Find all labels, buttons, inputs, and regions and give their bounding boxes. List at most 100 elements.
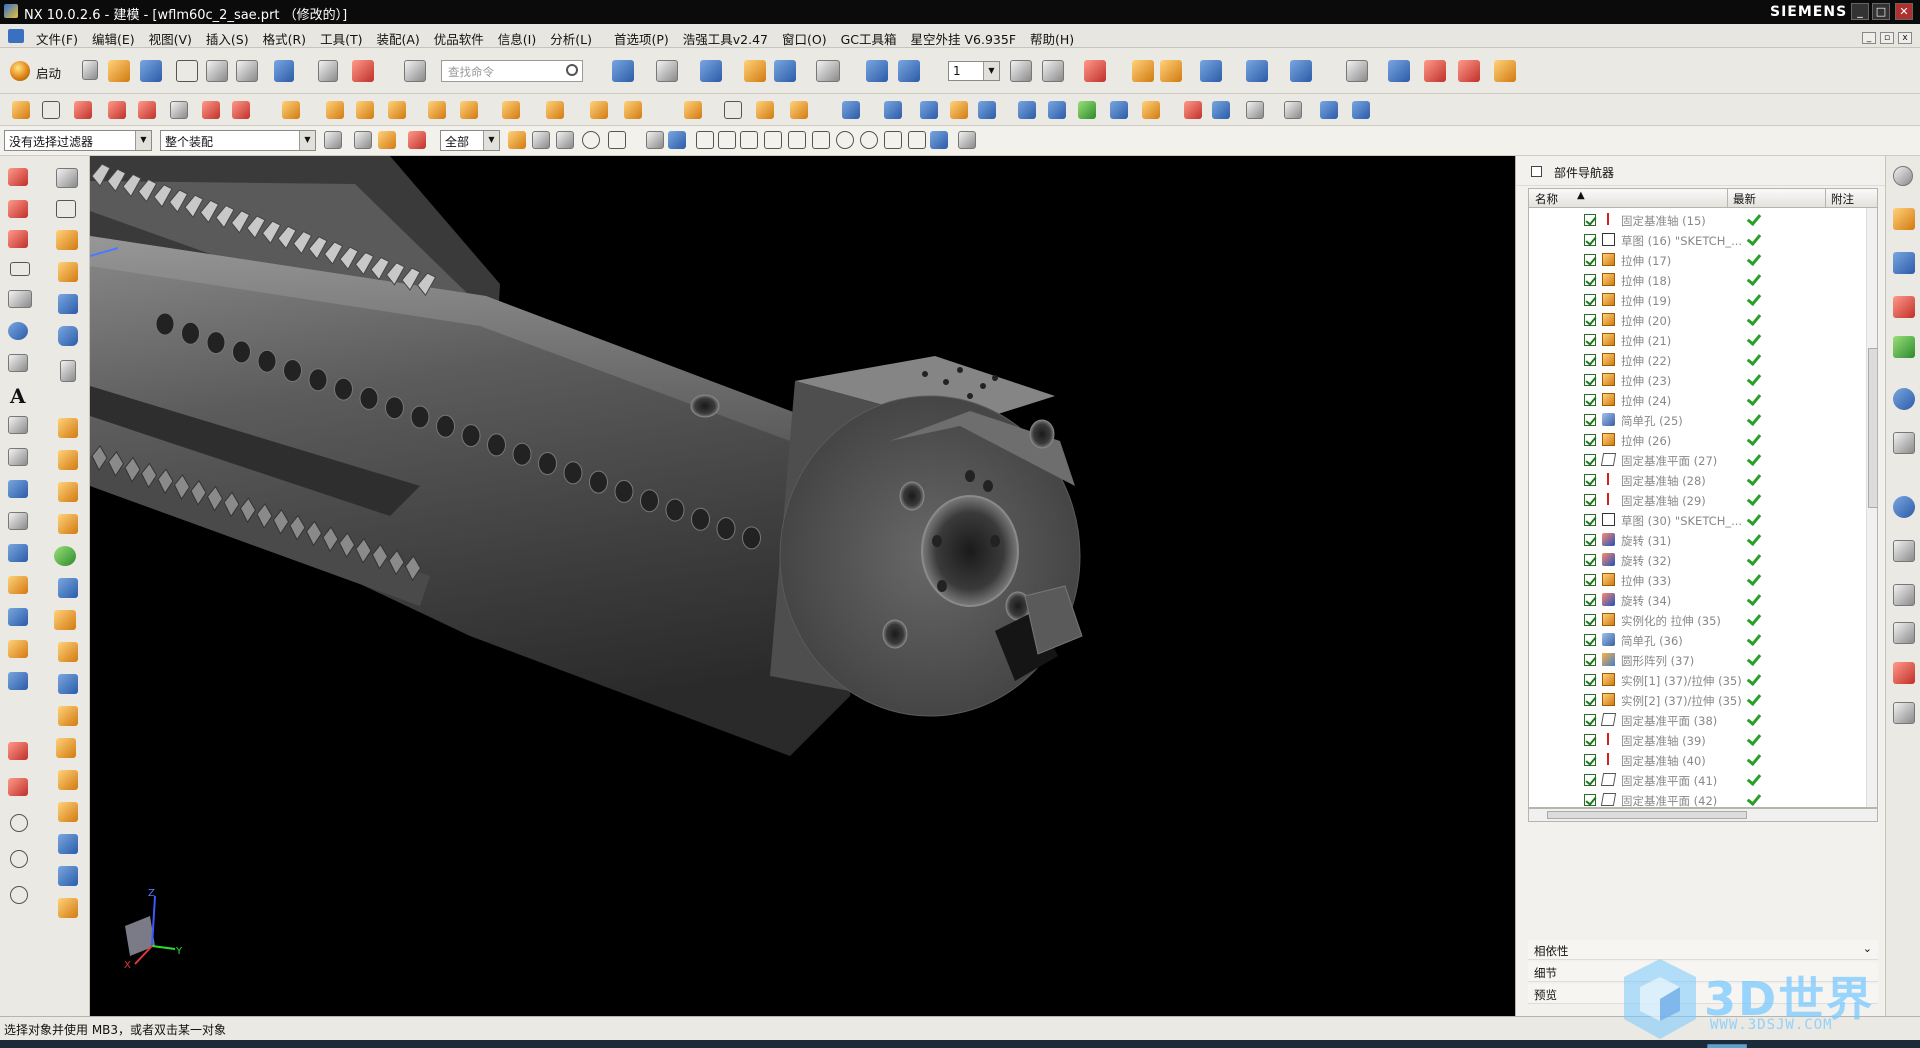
assembly-icon[interactable] (1346, 60, 1368, 82)
feature-row[interactable]: 固定基准轴 (29) (1529, 490, 1864, 510)
surface-16-icon[interactable] (1352, 101, 1370, 119)
layer-manager-icon[interactable] (1010, 60, 1032, 82)
hint-icon[interactable] (790, 101, 808, 119)
surface-9-icon[interactable] (1110, 101, 1128, 119)
snap-point-icon[interactable] (724, 101, 742, 119)
intersection-curve-icon[interactable] (8, 480, 28, 498)
wcs-icon[interactable] (866, 60, 888, 82)
feature-row[interactable]: 固定基准平面 (38) (1529, 710, 1864, 730)
mirror-feature-icon[interactable] (58, 706, 78, 726)
feature-row[interactable]: 固定基准平面 (41) (1529, 770, 1864, 790)
feature-1-icon[interactable] (282, 101, 300, 119)
feature-visibility-checkbox[interactable] (1584, 794, 1596, 806)
surface-15-icon[interactable] (1320, 101, 1338, 119)
background-icon[interactable] (816, 60, 840, 82)
feature-row[interactable]: 固定基准轴 (39) (1529, 730, 1864, 750)
surface-1-icon[interactable] (842, 101, 860, 119)
feature-row[interactable]: 旋转 (31) (1529, 530, 1864, 550)
paste-icon[interactable] (236, 60, 258, 82)
boolean-intersect-icon[interactable] (58, 482, 78, 502)
feature-visibility-checkbox[interactable] (1584, 574, 1596, 586)
tools-icon[interactable] (1132, 60, 1154, 82)
feature-row[interactable]: 拉伸 (19) (1529, 290, 1864, 310)
curve-tool-1-icon[interactable] (12, 101, 30, 119)
sort-ascending-icon[interactable]: ▲ (1577, 190, 1585, 201)
assembly-navigator-icon[interactable] (1388, 60, 1410, 82)
close-button[interactable]: ✕ (1895, 3, 1913, 20)
expression-icon[interactable] (1160, 60, 1182, 82)
offset-face-icon[interactable] (58, 770, 78, 790)
sketch-line-icon[interactable] (8, 742, 28, 760)
chamfer-icon[interactable] (58, 578, 78, 598)
feature-row[interactable]: 拉伸 (23) (1529, 370, 1864, 390)
text-icon[interactable]: A (10, 384, 30, 408)
pattern-feature-icon[interactable] (58, 674, 78, 694)
feature-visibility-checkbox[interactable] (1584, 514, 1596, 526)
feature-row[interactable]: 固定基准平面 (42) (1529, 790, 1864, 807)
feature-visibility-checkbox[interactable] (1584, 414, 1596, 426)
feature-row[interactable]: 拉伸 (18) (1529, 270, 1864, 290)
sketch-circle-3-icon[interactable] (10, 886, 28, 904)
delete-face-icon[interactable] (58, 866, 78, 886)
trim-curve-icon[interactable] (202, 101, 220, 119)
assembly-navigator-tab-icon[interactable] (1893, 208, 1915, 230)
graphics-viewport[interactable]: Z Y X (90, 156, 1515, 1016)
feature-visibility-checkbox[interactable] (1584, 494, 1596, 506)
fit-view-icon[interactable] (612, 60, 634, 82)
section-curve-icon[interactable] (8, 512, 28, 530)
feature-6-icon[interactable] (460, 101, 478, 119)
surface-6-icon[interactable] (1018, 101, 1036, 119)
move-component-icon[interactable] (898, 60, 920, 82)
menu-assembly[interactable]: 装配(A) (370, 29, 425, 48)
arc-icon[interactable] (8, 230, 28, 248)
feature-visibility-checkbox[interactable] (1584, 254, 1596, 266)
feature-row[interactable]: 草图 (30) "SKETCH_... (1529, 510, 1864, 530)
feature-visibility-checkbox[interactable] (1584, 454, 1596, 466)
surface-7-icon[interactable] (1048, 101, 1066, 119)
deselect-icon[interactable] (532, 131, 550, 149)
surface-4-icon[interactable] (950, 101, 968, 119)
select-all-icon[interactable] (508, 131, 526, 149)
draft-icon[interactable] (58, 642, 78, 662)
surface-13-icon[interactable] (1246, 101, 1264, 119)
feature-visibility-checkbox[interactable] (1584, 434, 1596, 446)
feature-5-icon[interactable] (428, 101, 446, 119)
fillet-curve-icon[interactable] (138, 101, 156, 119)
point-xyz-icon[interactable] (8, 290, 32, 308)
vertical-scroll-thumb[interactable] (1868, 348, 1877, 508)
horizontal-scroll-thumb[interactable] (1547, 811, 1747, 819)
settings-gear-icon[interactable] (1893, 166, 1913, 186)
feature-row[interactable]: 圆形阵列 (37) (1529, 650, 1864, 670)
part-navigator-tab-icon[interactable] (1893, 296, 1915, 318)
mdi-minimize-button[interactable]: _ (1862, 32, 1876, 44)
feature-visibility-checkbox[interactable] (1584, 674, 1596, 686)
divide-curve-icon[interactable] (8, 608, 28, 626)
boolean-unite-icon[interactable] (58, 418, 78, 438)
manufacturing-wizard-tab-icon[interactable] (1893, 622, 1915, 644)
shaded-with-edges-icon[interactable] (700, 60, 722, 82)
hd3d-tools-tab-icon[interactable] (1893, 388, 1915, 410)
sketch-icon[interactable] (56, 200, 76, 218)
move-to-layer-icon[interactable] (1042, 60, 1064, 82)
feature-visibility-checkbox[interactable] (1584, 534, 1596, 546)
history-tab-icon[interactable] (1893, 496, 1915, 518)
feature-row[interactable]: 实例化的 拉伸 (35) (1529, 610, 1864, 630)
column-latest[interactable]: 最新 (1733, 191, 1756, 207)
menu-youpin[interactable]: 优品软件 (428, 29, 490, 48)
system-materials-tab-icon[interactable] (1893, 540, 1915, 562)
surface-12-icon[interactable] (1212, 101, 1230, 119)
selection-scope-select[interactable]: 整个装配 ▼ (160, 130, 316, 151)
snap-midpoint-icon[interactable] (718, 131, 736, 149)
feature-visibility-checkbox[interactable] (1584, 234, 1596, 246)
warning-icon[interactable] (756, 101, 774, 119)
snap-on-curve-icon[interactable] (908, 131, 926, 149)
feature-row[interactable]: 拉伸 (22) (1529, 350, 1864, 370)
sync-modeling-icon[interactable] (684, 101, 702, 119)
feature-visibility-checkbox[interactable] (1584, 714, 1596, 726)
snap-tangent-icon[interactable] (860, 131, 878, 149)
dependencies-panel[interactable]: 相依性 ⌄ (1528, 940, 1878, 960)
thread-icon[interactable] (60, 360, 76, 382)
curve-length-icon[interactable] (8, 672, 28, 690)
selection-filter-select[interactable]: 没有选择过滤器 ▼ (4, 130, 152, 151)
selection-mode-2-icon[interactable] (668, 131, 686, 149)
